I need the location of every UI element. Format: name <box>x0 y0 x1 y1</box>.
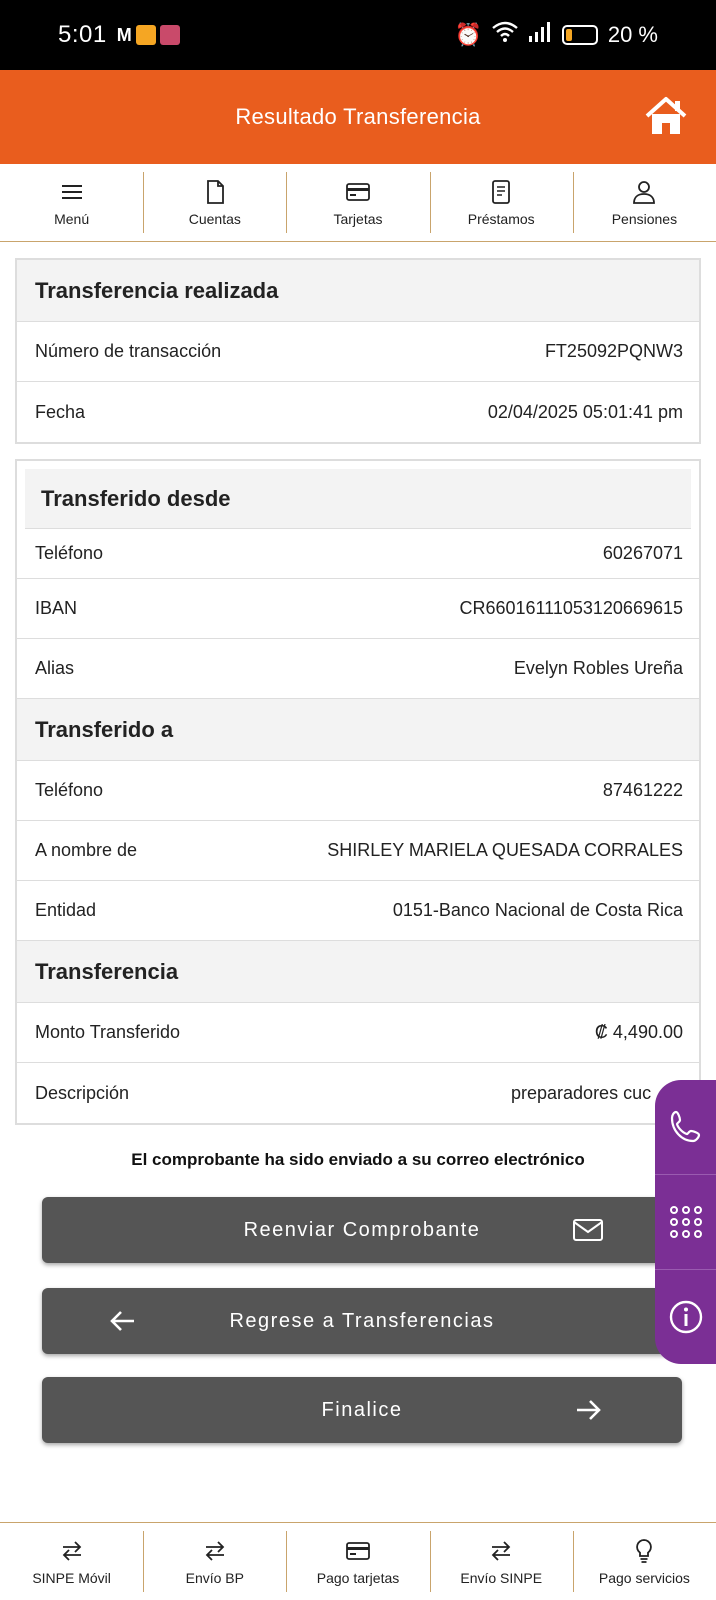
grid-icon <box>670 1206 702 1238</box>
phone-icon <box>670 1110 701 1143</box>
arrow-left-icon <box>110 1311 134 1331</box>
swap-icon <box>205 1540 225 1561</box>
signal-icon <box>528 21 552 49</box>
row-label: Número de transacción <box>35 341 222 361</box>
bottom-nav-label: SINPE Móvil <box>32 1569 111 1586</box>
amount-value: ₡ 4,490.00 <box>594 1022 683 1042</box>
bottom-nav-sinpe-movil[interactable]: SINPE Móvil <box>0 1523 143 1600</box>
nav-menu-label: Menú <box>54 210 90 227</box>
bottom-nav-pago-tarjetas[interactable]: Pago tarjetas <box>286 1523 429 1600</box>
resend-label: Reenviar Comprobante <box>243 1218 481 1241</box>
bottom-nav: SINPE Móvil Envío BP Pago tarjetas Envío… <box>0 1522 716 1600</box>
detail-row: Teléfono 87461222 <box>17 761 699 821</box>
status-time: 5:01 <box>58 21 107 48</box>
back-label: Regrese a Transferencias <box>229 1309 495 1332</box>
row-label: Monto Transferido <box>35 1022 181 1042</box>
row-label: Entidad <box>35 900 97 920</box>
nav-pensiones-label: Pensiones <box>611 210 678 227</box>
finish-label: Finalice <box>321 1398 403 1421</box>
finish-button[interactable]: Finalice <box>42 1377 682 1443</box>
gmail-icon: M <box>116 24 132 45</box>
app-notification-icon-2 <box>159 25 180 45</box>
page-title: Resultado Transferencia <box>235 104 481 129</box>
transaction-date: 02/04/2025 05:01:41 pm <box>487 401 683 422</box>
row-label: A nombre de <box>35 840 138 860</box>
card-icon <box>346 182 370 201</box>
nav-cuentas[interactable]: Cuentas <box>143 164 286 241</box>
detail-row: Número de transacción FT25092PQNW3 <box>17 322 699 382</box>
summary-title: Transferencia realizada <box>17 260 699 322</box>
info-button[interactable] <box>655 1269 716 1364</box>
detail-row: Fecha 02/04/2025 05:01:41 pm <box>17 382 699 442</box>
status-bar: 5:01 M ⏰ 20 % <box>0 0 716 70</box>
app-notification-icon <box>135 25 156 45</box>
row-value: 0151-Banco Nacional de Costa Rica <box>392 900 683 920</box>
person-icon <box>633 180 656 204</box>
bottom-nav-label: Pago servicios <box>598 1569 690 1586</box>
row-label: Teléfono <box>35 780 104 800</box>
resend-receipt-button[interactable]: Reenviar Comprobante <box>42 1197 682 1263</box>
transaction-summary-card: Transferencia realizada Número de transa… <box>15 258 701 444</box>
transfer-details-card: Transferido desde Teléfono 60267071 IBAN… <box>15 459 701 1125</box>
bottom-nav-label: Pago tarjetas <box>316 1569 400 1586</box>
row-label: Teléfono <box>35 543 104 563</box>
app-header: Resultado Transferencia <box>0 70 716 164</box>
nav-pensiones[interactable]: Pensiones <box>572 164 716 241</box>
floating-action-panel <box>655 1080 716 1364</box>
battery-icon <box>561 25 598 45</box>
nav-tarjetas-label: Tarjetas <box>333 210 383 227</box>
to-section-title: Transferido a <box>17 699 699 761</box>
bottom-nav-pago-servicios[interactable]: Pago servicios <box>572 1523 716 1600</box>
row-value: CR66016111053120669615 <box>459 598 683 618</box>
bottom-nav-label: Envío SINPE <box>460 1569 543 1586</box>
detail-row: Alias Evelyn Robles Ureña <box>17 639 699 699</box>
top-nav: Menú Cuentas Tarjetas Préstamos Pensione… <box>0 164 716 242</box>
nav-tarjetas[interactable]: Tarjetas <box>286 164 429 241</box>
nav-prestamos[interactable]: Préstamos <box>429 164 573 241</box>
receipt-icon <box>492 179 511 204</box>
bottom-nav-envio-sinpe[interactable]: Envío SINPE <box>429 1523 573 1600</box>
alarm-icon: ⏰ <box>454 22 482 47</box>
row-value: SHIRLEY MARIELA QUESADA CORRALES <box>327 840 683 860</box>
row-value: Evelyn Robles Ureña <box>513 658 683 678</box>
row-value: 60267071 <box>602 543 683 563</box>
battery-percent: 20 % <box>607 22 658 47</box>
row-label: Descripción <box>35 1082 130 1103</box>
info-icon <box>669 1300 703 1334</box>
swap-icon <box>491 1540 511 1561</box>
wifi-icon <box>492 21 518 49</box>
row-value: 87461222 <box>602 780 683 800</box>
row-label: IBAN <box>35 598 78 618</box>
nav-menu[interactable]: Menú <box>0 164 143 241</box>
menu-icon <box>61 184 82 199</box>
home-icon[interactable] <box>644 94 688 138</box>
call-button[interactable] <box>655 1080 716 1174</box>
nav-cuentas-label: Cuentas <box>188 210 241 227</box>
transfer-section-title: Transferencia <box>17 941 699 1003</box>
row-label: Alias <box>35 658 75 678</box>
envelope-icon <box>573 1219 603 1241</box>
back-to-transfers-button[interactable]: Regrese a Transferencias <box>42 1288 682 1354</box>
detail-row: Descripción preparadores cuc <box>17 1063 699 1123</box>
bottom-nav-envio-bp[interactable]: Envío BP <box>143 1523 286 1600</box>
lightbulb-icon <box>636 1538 653 1563</box>
detail-row: Monto Transferido ₡ 4,490.00 <box>17 1003 699 1063</box>
swap-icon <box>62 1540 81 1561</box>
arrow-right-icon <box>577 1400 601 1420</box>
card-icon <box>346 1541 370 1560</box>
row-label: Fecha <box>35 401 86 422</box>
nav-prestamos-label: Préstamos <box>467 210 535 227</box>
email-notice: El comprobante ha sido enviado a su corr… <box>131 1150 585 1169</box>
apps-button[interactable] <box>655 1174 716 1269</box>
detail-row: A nombre de SHIRLEY MARIELA QUESADA CORR… <box>17 821 699 881</box>
bottom-nav-label: Envío BP <box>185 1569 244 1586</box>
detail-row: IBAN CR66016111053120669615 <box>17 579 699 639</box>
transaction-number: FT25092PQNW3 <box>544 341 683 361</box>
detail-row: Teléfono 60267071 <box>17 529 699 579</box>
from-section-title: Transferido desde <box>25 469 691 529</box>
detail-row: Entidad 0151-Banco Nacional de Costa Ric… <box>17 881 699 941</box>
document-icon <box>206 179 224 204</box>
